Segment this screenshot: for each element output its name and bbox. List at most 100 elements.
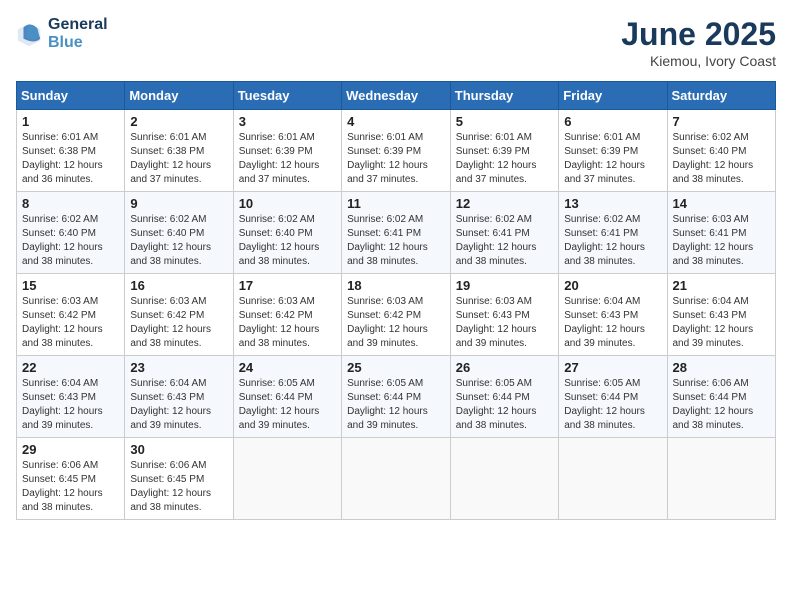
calendar-week-2: 8 Sunrise: 6:02 AMSunset: 6:40 PMDaylight… [17,192,776,274]
day-number: 25 [347,360,445,375]
calendar-cell: 24Sunrise: 6:05 AMSunset: 6:44 PMDayligh… [233,356,341,438]
day-info: Sunrise: 6:01 AMSunset: 6:39 PMDaylight:… [456,131,553,187]
day-info: Sunrise: 6:04 AMSunset: 6:43 PMDaylight:… [673,295,771,351]
calendar-cell: 2 Sunrise: 6:01 AMSunset: 6:38 PMDaylight… [125,110,233,192]
day-info: Sunrise: 6:03 AMSunset: 6:42 PMDaylight:… [239,295,336,351]
calendar-cell: 6 Sunrise: 6:01 AMSunset: 6:39 PMDaylight… [559,110,667,192]
calendar-cell: 14Sunrise: 6:03 AMSunset: 6:41 PMDayligh… [667,192,776,274]
day-number: 22 [22,360,119,375]
logo: General Blue [16,16,108,51]
day-number: 2 [130,114,227,129]
day-number: 5 [456,114,553,129]
calendar-cell: 27 Sunrise: 6:05 AMSunset: 6:44 PMDayligh… [559,356,667,438]
day-info: Sunrise: 6:02 AMSunset: 6:40 PMDaylight:… [130,213,227,269]
calendar-cell: 5 Sunrise: 6:01 AMSunset: 6:39 PMDaylight… [450,110,558,192]
calendar-cell: 20 Sunrise: 6:04 AMSunset: 6:43 PMDayligh… [559,274,667,356]
calendar-cell: 21 Sunrise: 6:04 AMSunset: 6:43 PMDayligh… [667,274,776,356]
day-number: 10 [239,196,336,211]
day-info: Sunrise: 6:06 AMSunset: 6:45 PMDaylight:… [130,459,227,515]
day-number: 29 [22,442,119,457]
day-info: Sunrise: 6:06 AMSunset: 6:45 PMDaylight:… [22,459,119,515]
title-block: June 2025 Kiemou, Ivory Coast [621,16,776,69]
calendar-cell: 16 Sunrise: 6:03 AMSunset: 6:42 PMDayligh… [125,274,233,356]
day-number: 15 [22,278,119,293]
calendar-cell [233,438,341,520]
day-info: Sunrise: 6:02 AMSunset: 6:41 PMDaylight:… [347,213,445,269]
day-info: Sunrise: 6:05 AMSunset: 6:44 PMDaylight:… [564,377,661,433]
day-info: Sunrise: 6:04 AMSunset: 6:43 PMDaylight:… [564,295,661,351]
calendar-cell [342,438,451,520]
logo-text: General Blue [48,16,108,51]
day-info: Sunrise: 6:01 AMSunset: 6:39 PMDaylight:… [239,131,336,187]
month-title: June 2025 [621,16,776,53]
day-info: Sunrise: 6:02 AMSunset: 6:41 PMDaylight:… [564,213,661,269]
calendar-cell [667,438,776,520]
day-info: Sunrise: 6:06 AMSunset: 6:44 PMDaylight:… [673,377,771,433]
day-info: Sunrise: 6:03 AMSunset: 6:42 PMDaylight:… [347,295,445,351]
day-number: 13 [564,196,661,211]
calendar-cell: 4Sunrise: 6:01 AMSunset: 6:39 PMDaylight… [342,110,451,192]
calendar-week-5: 29 Sunrise: 6:06 AMSunset: 6:45 PMDayligh… [17,438,776,520]
calendar-cell: 30Sunrise: 6:06 AMSunset: 6:45 PMDayligh… [125,438,233,520]
day-info: Sunrise: 6:02 AMSunset: 6:40 PMDaylight:… [673,131,771,187]
day-number: 7 [673,114,771,129]
calendar-cell [559,438,667,520]
calendar-cell: 15 Sunrise: 6:03 AMSunset: 6:42 PMDayligh… [17,274,125,356]
calendar-cell: 1 Sunrise: 6:01 AMSunset: 6:38 PMDaylight… [17,110,125,192]
calendar-cell: 10 Sunrise: 6:02 AMSunset: 6:40 PMDayligh… [233,192,341,274]
calendar-cell: 26 Sunrise: 6:05 AMSunset: 6:44 PMDayligh… [450,356,558,438]
calendar-cell: 28 Sunrise: 6:06 AMSunset: 6:44 PMDayligh… [667,356,776,438]
day-info: Sunrise: 6:03 AMSunset: 6:42 PMDaylight:… [130,295,227,351]
calendar-cell [450,438,558,520]
day-number: 24 [239,360,336,375]
day-info: Sunrise: 6:01 AMSunset: 6:38 PMDaylight:… [22,131,119,187]
day-number: 1 [22,114,119,129]
weekday-header-sunday: Sunday [17,82,125,110]
calendar-cell: 19 Sunrise: 6:03 AMSunset: 6:43 PMDayligh… [450,274,558,356]
day-number: 23 [130,360,227,375]
day-number: 26 [456,360,553,375]
day-number: 11 [347,196,445,211]
day-number: 16 [130,278,227,293]
calendar-cell: 12Sunrise: 6:02 AMSunset: 6:41 PMDayligh… [450,192,558,274]
day-number: 27 [564,360,661,375]
day-number: 20 [564,278,661,293]
day-info: Sunrise: 6:04 AMSunset: 6:43 PMDaylight:… [130,377,227,433]
calendar-cell: 13 Sunrise: 6:02 AMSunset: 6:41 PMDayligh… [559,192,667,274]
calendar-cell: 7 Sunrise: 6:02 AMSunset: 6:40 PMDaylight… [667,110,776,192]
weekday-header-friday: Friday [559,82,667,110]
calendar-header-row: SundayMondayTuesdayWednesdayThursdayFrid… [17,82,776,110]
day-info: Sunrise: 6:01 AMSunset: 6:39 PMDaylight:… [347,131,445,187]
day-number: 21 [673,278,771,293]
day-number: 19 [456,278,553,293]
day-number: 6 [564,114,661,129]
day-info: Sunrise: 6:03 AMSunset: 6:41 PMDaylight:… [673,213,771,269]
weekday-header-thursday: Thursday [450,82,558,110]
day-info: Sunrise: 6:03 AMSunset: 6:42 PMDaylight:… [22,295,119,351]
day-info: Sunrise: 6:02 AMSunset: 6:40 PMDaylight:… [22,213,119,269]
day-info: Sunrise: 6:05 AMSunset: 6:44 PMDaylight:… [456,377,553,433]
day-number: 9 [130,196,227,211]
day-number: 3 [239,114,336,129]
weekday-header-monday: Monday [125,82,233,110]
calendar-cell: 3 Sunrise: 6:01 AMSunset: 6:39 PMDaylight… [233,110,341,192]
day-info: Sunrise: 6:01 AMSunset: 6:38 PMDaylight:… [130,131,227,187]
calendar-week-4: 22 Sunrise: 6:04 AMSunset: 6:43 PMDayligh… [17,356,776,438]
day-info: Sunrise: 6:05 AMSunset: 6:44 PMDaylight:… [347,377,445,433]
weekday-header-tuesday: Tuesday [233,82,341,110]
calendar-cell: 22 Sunrise: 6:04 AMSunset: 6:43 PMDayligh… [17,356,125,438]
day-info: Sunrise: 6:02 AMSunset: 6:40 PMDaylight:… [239,213,336,269]
day-number: 8 [22,196,119,211]
day-info: Sunrise: 6:04 AMSunset: 6:43 PMDaylight:… [22,377,119,433]
calendar-cell: 23 Sunrise: 6:04 AMSunset: 6:43 PMDayligh… [125,356,233,438]
day-info: Sunrise: 6:03 AMSunset: 6:43 PMDaylight:… [456,295,553,351]
calendar-cell: 9 Sunrise: 6:02 AMSunset: 6:40 PMDaylight… [125,192,233,274]
location: Kiemou, Ivory Coast [621,53,776,69]
day-info: Sunrise: 6:01 AMSunset: 6:39 PMDaylight:… [564,131,661,187]
calendar-cell: 8 Sunrise: 6:02 AMSunset: 6:40 PMDaylight… [17,192,125,274]
calendar-table: SundayMondayTuesdayWednesdayThursdayFrid… [16,81,776,520]
day-number: 12 [456,196,553,211]
day-number: 28 [673,360,771,375]
calendar-cell: 11 Sunrise: 6:02 AMSunset: 6:41 PMDayligh… [342,192,451,274]
logo-icon [16,20,44,48]
